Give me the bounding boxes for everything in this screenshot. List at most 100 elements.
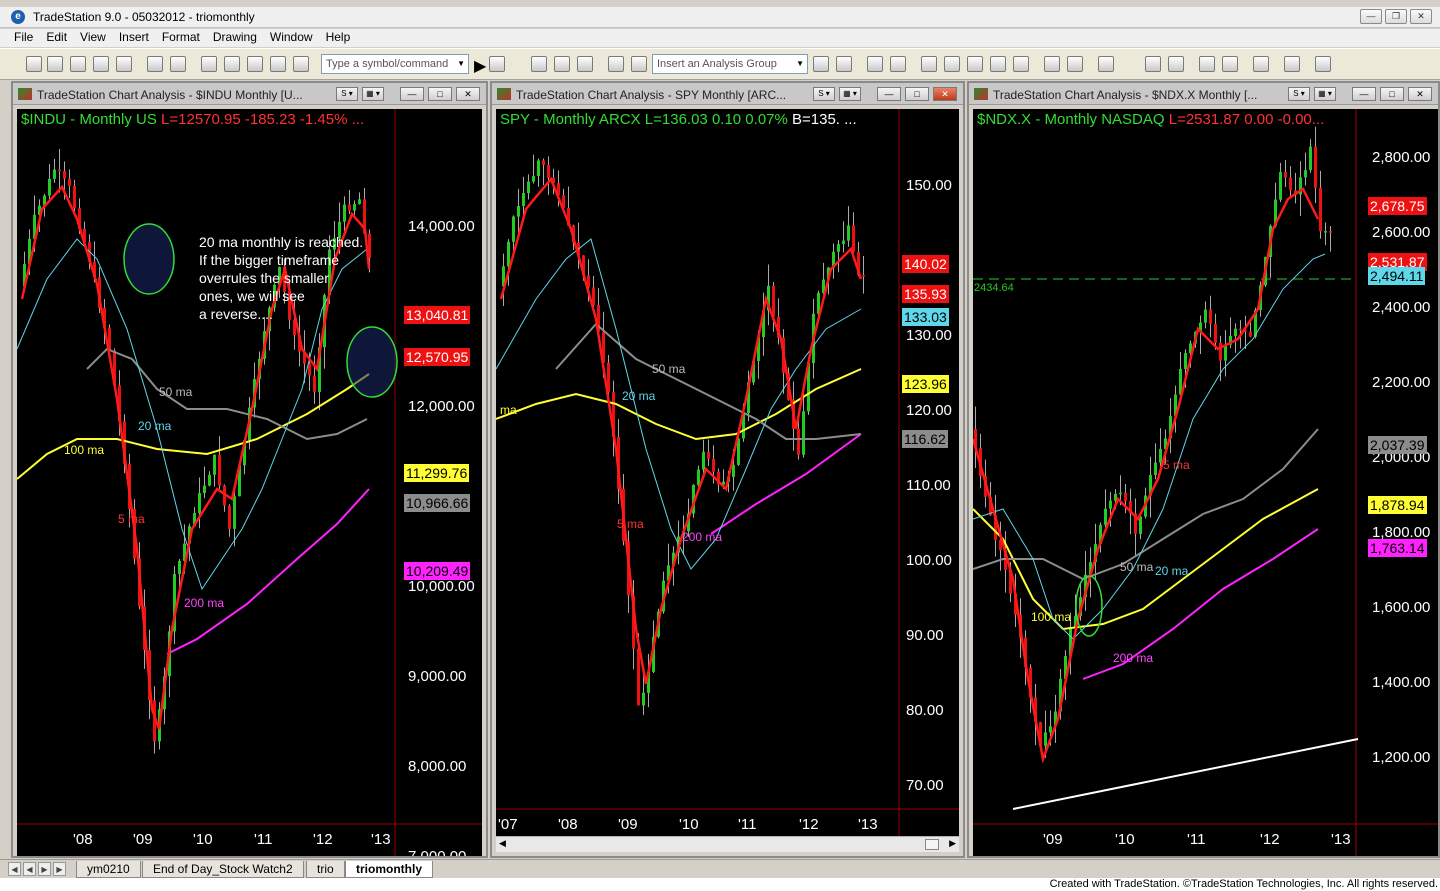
zoom-out-bars-icon[interactable] (1067, 56, 1083, 72)
tools-icon[interactable] (1253, 56, 1269, 72)
new-page-icon[interactable] (93, 56, 109, 72)
date-axis-label: '13 (858, 816, 878, 833)
chart-window-ndx[interactable]: TradeStation Chart Analysis - $NDX.X Mon… (967, 81, 1440, 858)
insert-strategy-icon[interactable] (836, 56, 852, 72)
price-axis-label: 1,600.00 (1372, 599, 1431, 616)
chart-plot-area[interactable]: $NDX.X - Monthly NASDAQ L=2531.87 0.00 -… (973, 109, 1438, 856)
close-icon[interactable]: ✕ (456, 87, 480, 101)
save-icon[interactable] (147, 56, 163, 72)
notes-icon[interactable] (1315, 56, 1331, 72)
chart-window-indu[interactable]: TradeStation Chart Analysis - $INDU Mont… (11, 81, 488, 858)
order-bar-icon[interactable] (1284, 56, 1300, 72)
horizontal-line-label: 2434.64 (974, 282, 1014, 294)
format-window-icon[interactable] (531, 56, 547, 72)
analysis-group-icon[interactable] (631, 56, 647, 72)
candlestick-icon[interactable] (944, 56, 960, 72)
interval-button[interactable]: ▦ ▾ (362, 87, 384, 101)
dot-chart-icon[interactable] (1013, 56, 1029, 72)
chart-plot-area[interactable]: SPY - Monthly ARCX L=136.03 0.10 0.07% B… (496, 109, 959, 836)
candle-body (1124, 492, 1127, 502)
chart-window-spy[interactable]: TradeStation Chart Analysis - SPY Monthl… (490, 81, 965, 858)
menu-edit[interactable]: Edit (46, 29, 74, 47)
maximize-icon[interactable]: □ (428, 87, 452, 101)
print-icon[interactable] (170, 56, 186, 72)
crosshair-icon[interactable] (1222, 56, 1238, 72)
analysis-group-select[interactable]: Insert an Analysis Group ▼ (652, 54, 808, 74)
zoom-in-bars-icon[interactable] (1044, 56, 1060, 72)
horizontal-scrollbar[interactable]: ◀ ▶ (496, 836, 959, 852)
link-icon[interactable] (608, 56, 624, 72)
minimize-icon[interactable]: — (400, 87, 424, 101)
close-icon[interactable]: ✕ (1410, 9, 1432, 24)
window-controls: — ❐ ✕ (1360, 9, 1432, 24)
minimize-icon[interactable]: — (877, 87, 901, 101)
scroll-thumb[interactable] (925, 839, 939, 850)
tab-triomonthly[interactable]: triomonthly (345, 861, 433, 878)
symbol-command-input[interactable]: Type a symbol/command ▼ (321, 54, 469, 74)
prev-tab-icon[interactable]: ◀ (23, 862, 36, 876)
menu-format[interactable]: Format (162, 29, 207, 47)
menu-help[interactable]: Help (326, 29, 358, 47)
tab-ym0210[interactable]: ym0210 (76, 861, 141, 878)
interval-button[interactable]: ▦ ▾ (1314, 87, 1336, 101)
price-tag-ma20: 2,494.11 (1368, 267, 1426, 285)
open-folder-icon[interactable] (47, 56, 63, 72)
chart-window-titlebar[interactable]: TradeStation Chart Analysis - $NDX.X Mon… (969, 83, 1438, 105)
first-tab-icon[interactable]: ◀ (8, 862, 21, 876)
lock-icon[interactable] (247, 56, 263, 72)
go-arrow-icon[interactable]: ▶ (474, 56, 486, 75)
symbol-lookup-icon[interactable] (489, 56, 505, 72)
format-symbol-icon[interactable] (867, 56, 883, 72)
last-tab-icon[interactable]: ▶ (53, 862, 66, 876)
chart-plot-area[interactable]: $INDU - Monthly US L=12570.95 -185.23 -1… (17, 109, 482, 856)
menu-insert[interactable]: Insert (119, 29, 156, 47)
drawing-tools-icon[interactable] (270, 56, 286, 72)
tab-end-of-day-stock-watch2[interactable]: End of Day_Stock Watch2 (142, 861, 304, 878)
line-chart-icon[interactable] (967, 56, 983, 72)
minimize-icon[interactable]: — (1360, 9, 1382, 24)
scroll-left-icon[interactable]: ◀ (499, 838, 506, 849)
menu-view[interactable]: View (80, 29, 113, 47)
symbol-link-button[interactable]: S ▾ (336, 87, 358, 101)
workspace-folder-icon[interactable] (116, 56, 132, 72)
symbol-link-button[interactable]: S ▾ (813, 87, 835, 101)
open-workspace-icon[interactable] (70, 56, 86, 72)
date-axis-label: '10 (1115, 831, 1135, 848)
menu-window[interactable]: Window (270, 29, 320, 47)
zoom-out-icon[interactable] (1168, 56, 1184, 72)
zoom-in-icon[interactable] (1145, 56, 1161, 72)
grid-icon[interactable] (554, 56, 570, 72)
ma-label-100: ma (500, 403, 517, 417)
format-analysis-icon[interactable] (890, 56, 906, 72)
ma20-line (973, 253, 1326, 640)
bar-chart-icon[interactable] (921, 56, 937, 72)
chart-window-icon[interactable] (201, 56, 217, 72)
symbol-link-button[interactable]: S ▾ (1288, 87, 1310, 101)
color-scheme-icon[interactable] (1098, 56, 1114, 72)
data-table-icon[interactable] (577, 56, 593, 72)
ma200-line (166, 488, 370, 655)
maximize-icon[interactable]: □ (905, 87, 929, 101)
maximize-icon[interactable]: □ (1380, 87, 1404, 101)
restore-icon[interactable]: ❐ (1385, 9, 1407, 24)
insert-indicator-icon[interactable] (813, 56, 829, 72)
chart-window-titlebar[interactable]: TradeStation Chart Analysis - $INDU Mont… (13, 83, 486, 105)
menu-drawing[interactable]: Drawing (213, 29, 264, 47)
scroll-right-icon[interactable]: ▶ (949, 838, 956, 849)
menu-file[interactable]: File (14, 29, 40, 47)
tab-trio[interactable]: trio (306, 861, 345, 878)
ma-label-50: 50 ma (652, 362, 686, 376)
chart-window-titlebar[interactable]: TradeStation Chart Analysis - SPY Monthl… (492, 83, 963, 105)
interval-button[interactable]: ▦ ▾ (839, 87, 861, 101)
pointer-icon[interactable] (1199, 56, 1215, 72)
new-document-icon[interactable] (26, 56, 42, 72)
next-tab-icon[interactable]: ▶ (38, 862, 51, 876)
ohlc-icon[interactable] (990, 56, 1006, 72)
candle-body (1044, 732, 1047, 746)
palette-icon[interactable] (293, 56, 309, 72)
chart-analysis-icon (18, 88, 32, 100)
close-icon[interactable]: ✕ (933, 87, 957, 101)
radar-screen-icon[interactable] (224, 56, 240, 72)
close-icon[interactable]: ✕ (1408, 87, 1432, 101)
minimize-icon[interactable]: — (1352, 87, 1376, 101)
